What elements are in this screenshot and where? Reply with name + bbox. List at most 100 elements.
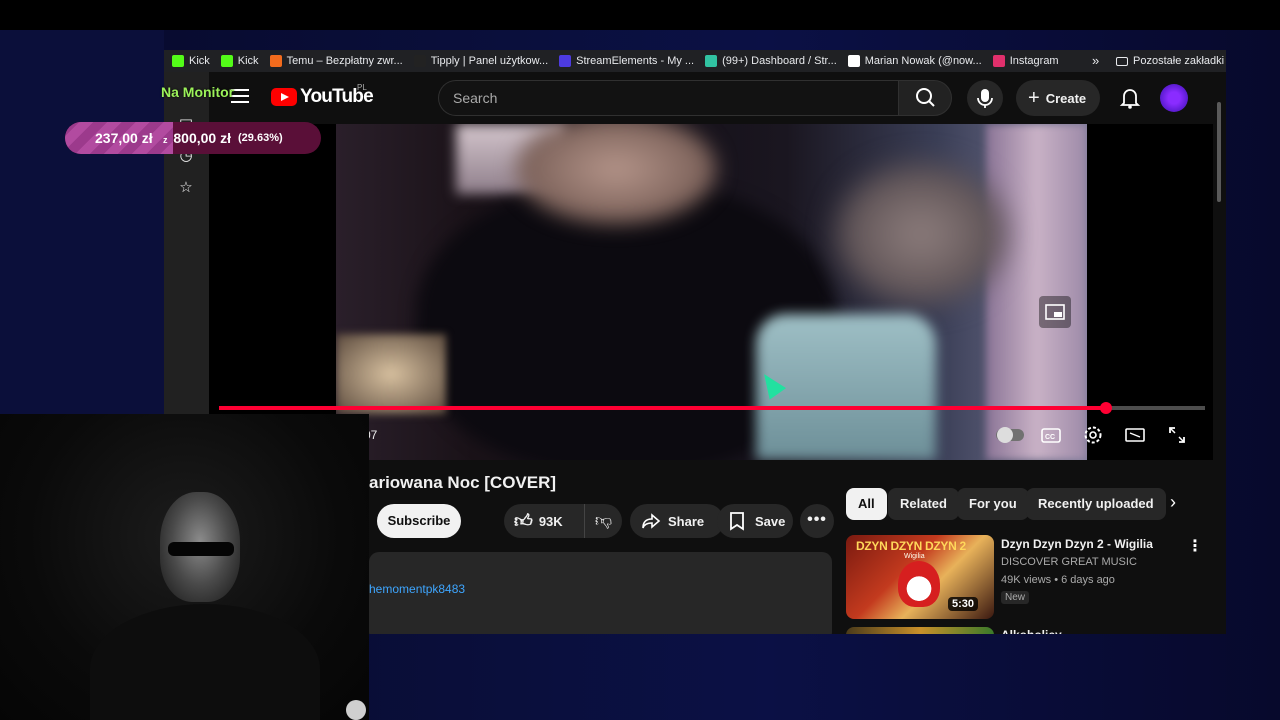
bookmark-item[interactable]: Temu – Bezpłatny zwr... [269,55,403,67]
bookmark-icon [730,512,744,531]
search-button[interactable] [898,80,952,116]
more-actions-button[interactable]: ••• [800,504,834,538]
santa-figure [898,561,940,607]
miniplayer-button[interactable] [1039,296,1071,328]
instagram-icon [992,55,1005,67]
chevron-right-icon[interactable]: › [1170,492,1176,513]
bookmark-item[interactable]: Instagram [992,55,1059,67]
svg-text:CC: CC [1045,434,1055,441]
search-input[interactable]: Search [438,80,898,116]
fullscreen-button[interactable] [1166,424,1188,446]
bell-icon [1119,89,1141,109]
country-code: PL [357,83,367,92]
youtube-play-icon [271,88,297,106]
share-label: Share [668,513,705,529]
captions-icon: CC [1041,428,1061,443]
autoplay-toggle[interactable] [996,427,1024,443]
bookmark-item[interactable]: Kick [220,55,259,67]
sunglasses [168,542,234,556]
thumbs-down-icon: 👎︎ [594,511,613,530]
goal-target-amount: z 800,00 zł [163,130,231,146]
thumbnail-subtitle-text: Wigilia [904,553,925,560]
thumbnail-title-text: DZYN DZYN DZYN 2 [856,539,966,553]
recommendation-meta: 49K views • 6 days ago [1001,574,1115,586]
gear-icon [1084,426,1102,444]
thumbs-up-icon: 👍︎ [514,511,533,531]
description-link[interactable]: hemomentpk8483 [369,582,465,596]
stream-left-panel [0,30,164,414]
voice-search-button[interactable] [967,80,1003,116]
share-icon [642,513,661,529]
bookmark-list: Kick Kick Temu – Bezpłatny zwr... Tipply | … [172,55,1070,67]
folder-icon [1116,56,1128,66]
fullscreen-icon [1169,427,1185,443]
create-label: Create [1045,90,1087,106]
like-dislike-group: 👍︎ 93K 👎︎ [504,504,622,538]
temu-icon [269,55,282,67]
scrubber-handle[interactable] [1100,402,1113,414]
like-button[interactable]: 👍︎ 93K [514,504,563,538]
recommendation-title[interactable]: Dzyn Dzyn Dzyn 2 - Wigilia [1001,537,1153,551]
bookmarks-bar: Kick Kick Temu – Bezpłatny zwr... Tipply | … [164,50,1226,72]
bookmark-label: Temu – Bezpłatny zwr... [286,55,403,67]
chip-for-you[interactable]: For you [957,488,1029,520]
progress-fill [219,406,1107,410]
microphone-icon [977,89,993,108]
video-player[interactable]: 07 CC [209,124,1213,460]
captions-button[interactable]: CC [1040,424,1062,446]
bookmark-label: Kick [189,55,210,67]
bookmark-item[interactable]: Tipply | Panel użytkow... [413,55,549,67]
recommendation-channel[interactable]: DISCOVER GREAT MUSIC [1001,556,1137,568]
save-button[interactable]: Save [717,504,793,538]
bookmark-item[interactable]: StreamElements - My ... [559,55,694,67]
more-vert-icon[interactable]: ⋮ [1187,536,1203,556]
video-person-hand [836,164,1006,304]
dislike-button[interactable]: 👎︎ [584,504,622,538]
goal-label: Na Monitor [161,84,235,100]
subscribe-button[interactable]: Subscribe [377,504,461,538]
theater-icon [1125,428,1145,442]
like-count: 93K [538,513,563,529]
streamlabs-icon [705,55,718,67]
account-avatar[interactable] [1160,84,1188,112]
chip-all[interactable]: All [846,488,887,520]
bookmarks-more-button[interactable]: » [1092,53,1099,68]
page-scrollbar[interactable] [1217,102,1221,202]
duration-badge: 5:30 [948,597,979,611]
goal-target-value: 800,00 zł [173,130,231,146]
youtube-logo[interactable]: YouTube PL [271,83,374,108]
recommendation-thumbnail[interactable]: DZYN DZYN DZYN 2 Wigilia 5:30 [846,535,994,619]
create-button[interactable]: + Create [1016,80,1100,116]
webcam-overlay [0,414,369,720]
streamelements-icon [559,55,572,67]
kick-icon [220,55,233,67]
notifications-button[interactable] [1112,80,1148,116]
bookmark-label: Tipply | Panel użytkow... [430,55,549,67]
theater-mode-button[interactable] [1124,424,1146,446]
chip-recently-uploaded[interactable]: Recently uploaded [1026,488,1166,520]
settings-button[interactable] [1082,424,1104,446]
bookmark-label: Marian Nowak (@now... [864,55,982,67]
recommendation-thumbnail-2[interactable] [846,627,994,634]
bookmark-item[interactable]: Kick [172,55,210,67]
goal-current-amount: 237,00 zł [95,130,153,146]
video-title: ariowana Noc [COVER] [369,473,557,492]
video-bg-pillow [336,334,446,414]
youtube-header: YouTube PL Search + Create [209,72,1226,124]
search-icon [916,88,935,107]
other-bookmarks-folder[interactable]: Pozostałe zakładki [1116,50,1224,72]
chip-related[interactable]: Related [888,488,959,520]
plus-icon: + [1028,87,1040,109]
share-button[interactable]: Share [630,504,724,538]
bookmark-label: (99+) Dashboard / Str... [722,55,837,67]
bookmark-item[interactable]: Marian Nowak (@now... [847,55,982,67]
bookmark-label: Instagram [1009,55,1059,67]
webcam-person-body [90,604,320,720]
kick-icon [172,55,184,67]
goal-separator: z [163,135,168,145]
progress-bar[interactable] [219,402,1205,414]
favorites-star-icon[interactable]: ☆ [178,180,194,196]
bookmark-item[interactable]: (99+) Dashboard / Str... [705,55,837,67]
recommendation-title-2[interactable]: Alkoholicy [1001,628,1062,634]
bookmark-label: Kick [237,55,259,67]
